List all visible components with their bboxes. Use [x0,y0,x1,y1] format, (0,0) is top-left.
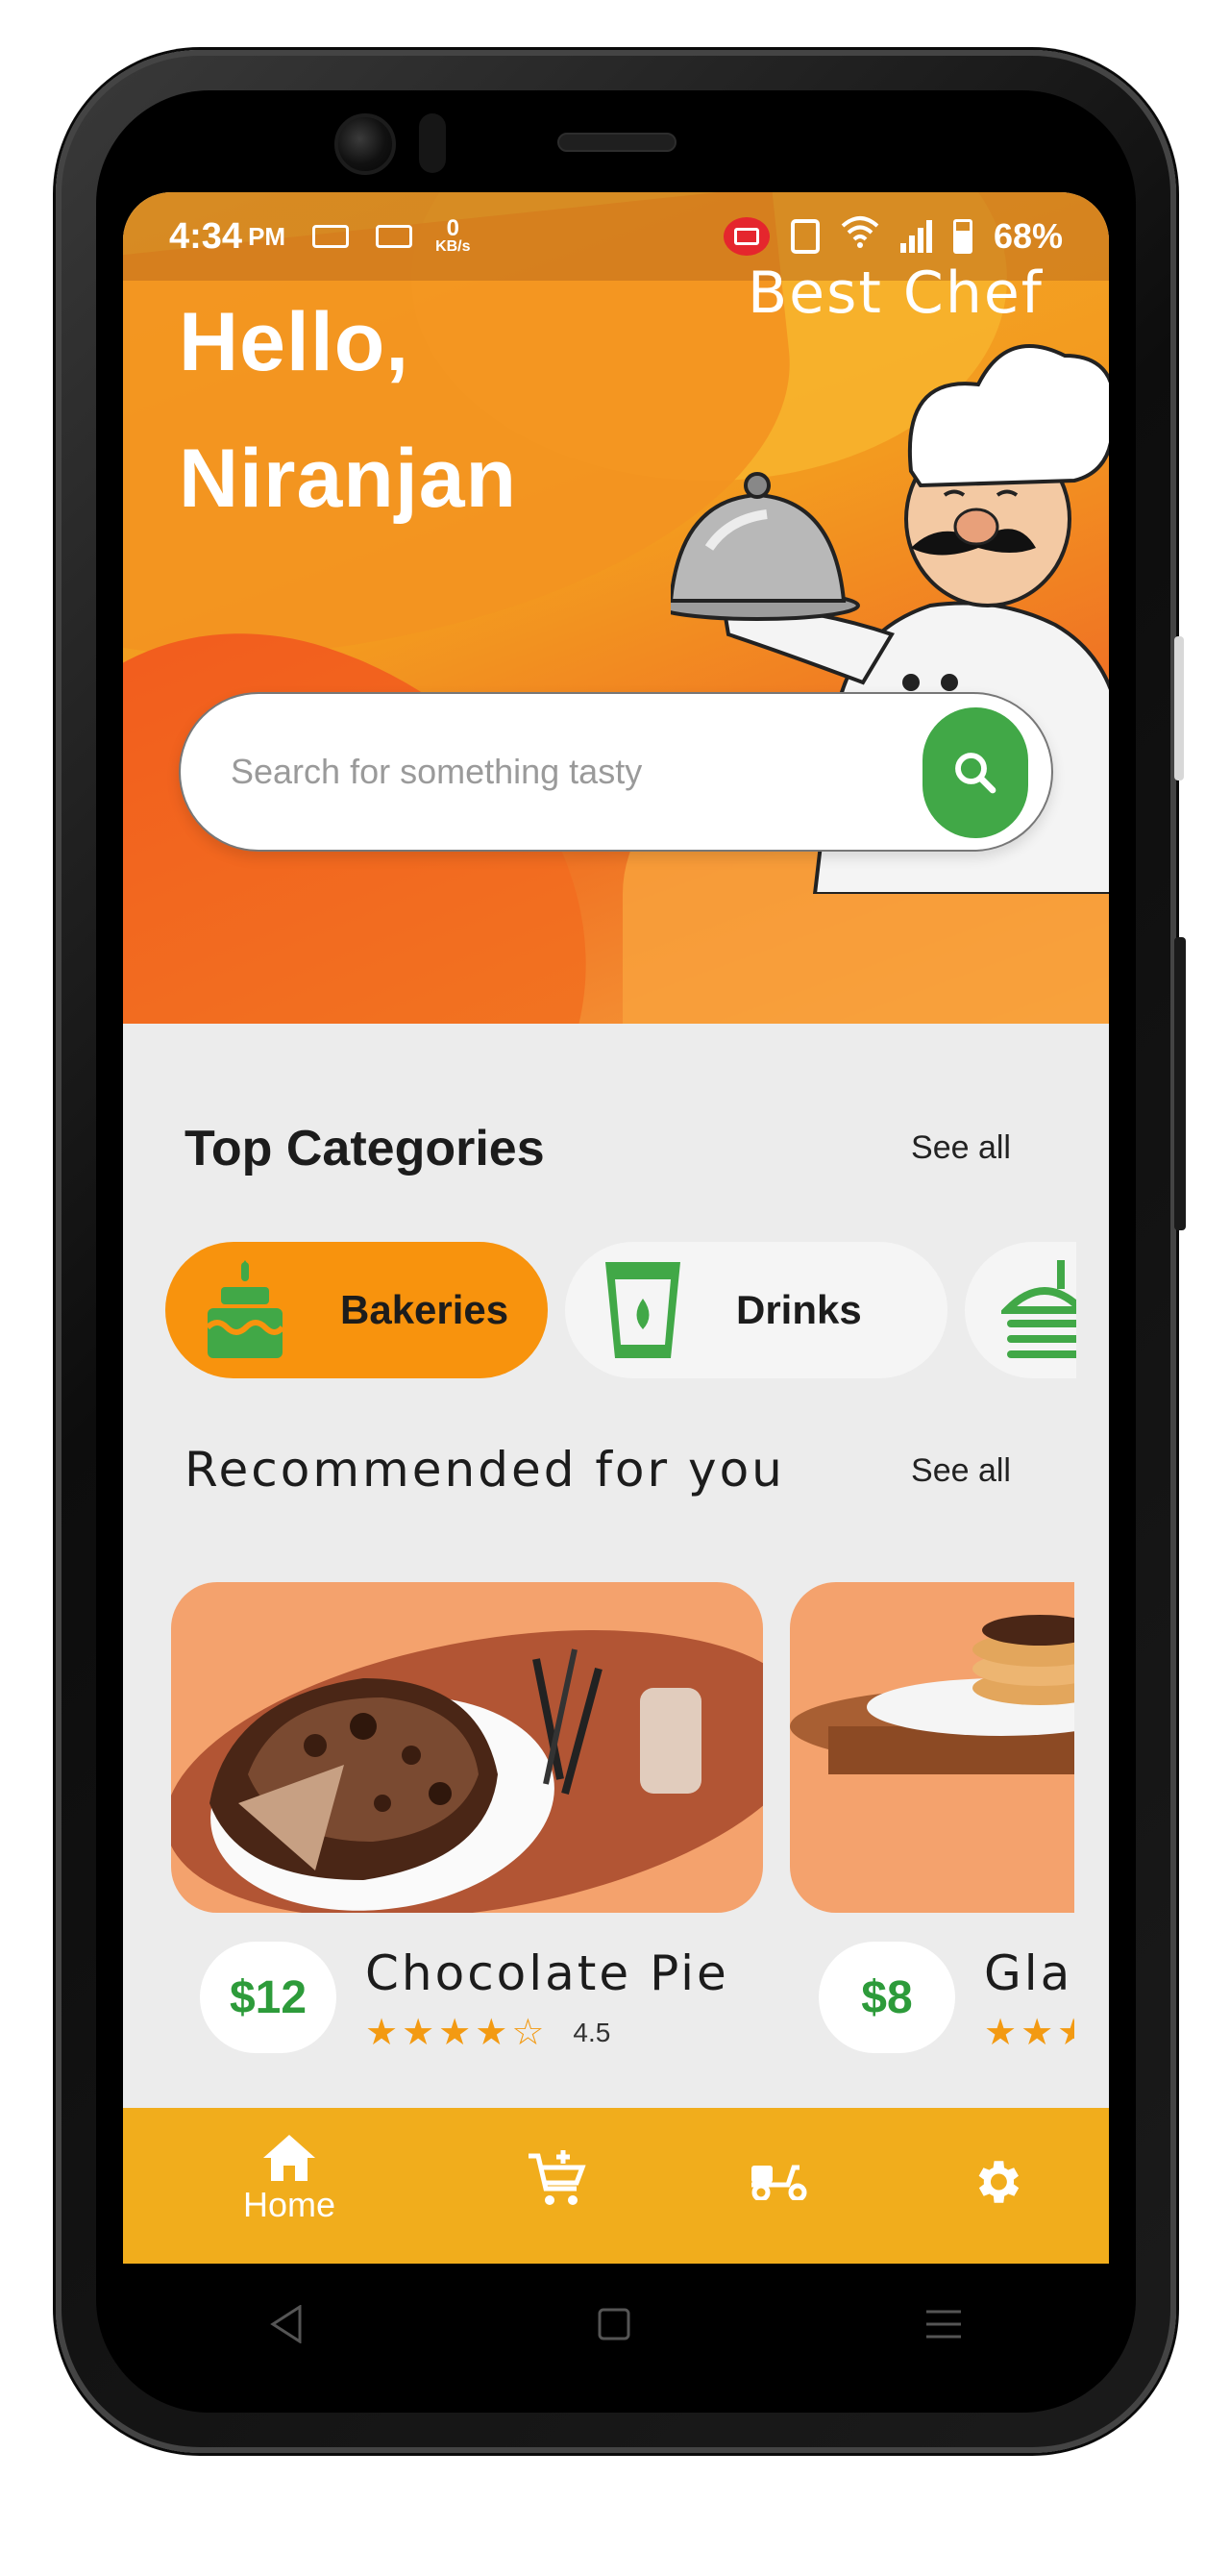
star-icon: ★ [984,2013,1018,2053]
proximity-sensor [419,113,446,173]
user-name: Niranjan [179,433,518,525]
rating-stars: ★ ★ ★ [984,2011,1074,2054]
category-label: Bakeries [340,1287,509,1332]
front-camera [334,113,396,175]
side-button-upper [1174,636,1184,780]
price-badge: $8 [819,1942,955,2053]
category-drinks[interactable]: Drinks [565,1242,947,1378]
star-icon: ★ [402,2013,435,2053]
categories-list: Bakeries Drinks [165,1242,1076,1378]
wifi-icon [841,214,879,259]
burger-icon [1001,1260,1076,1358]
food-card-image[interactable] [790,1582,1074,1913]
categories-title: Top Categories [184,1121,545,1177]
recommended-see-all[interactable]: See all [911,1452,1011,1490]
back-icon[interactable] [269,2304,304,2343]
pancakes-image [790,1615,1074,1774]
app-screen: 4:34 PM 0 KB/s 68% Best Chef Hello, Nira… [123,192,1109,2264]
category-burgers[interactable] [965,1242,1076,1378]
settings-gear-icon [978,2161,1020,2203]
nav-settings[interactable] [969,2133,1024,2210]
recommended-title: Recommended for you [184,1442,785,1498]
earpiece-speaker [557,133,676,152]
home-icon [263,2135,315,2181]
home-button-icon[interactable] [597,2307,631,2341]
video-icon [376,225,413,248]
food-name[interactable]: Chocolate Pie [365,1945,729,2001]
category-bakeries[interactable]: Bakeries [165,1242,548,1378]
recommended-list: $12 Chocolate Pie ★ ★ ★ ★ ☆ 4.5 $8 Gla ★… [171,1582,1074,2082]
add-to-cart-icon [529,2150,586,2205]
nav-home[interactable]: Home [232,2133,347,2225]
net-speed-unit: KB/s [435,238,471,255]
search-button[interactable] [922,707,1028,838]
greeting-hello: Hello, [179,296,410,388]
star-icon: ★ [1021,2013,1054,2053]
power-button [1174,937,1186,1230]
recents-icon[interactable] [924,2308,963,2341]
star-icon: ★ [438,2013,472,2053]
bottom-navigation: Home [123,2108,1109,2264]
hero-header: 4:34 PM 0 KB/s 68% Best Chef Hello, Nira… [123,192,1109,1024]
greeting: Hello, Niranjan [179,274,517,547]
search-input[interactable]: Search for something tasty [231,752,642,792]
nav-delivery[interactable] [750,2133,809,2200]
star-icon: ★ [1057,2013,1074,2053]
cake-icon [205,1260,285,1358]
price-badge: $12 [200,1942,336,2053]
nav-cart[interactable] [527,2133,586,2208]
food-name[interactable]: Gla [984,1945,1072,2001]
net-speed-value: 0 [446,215,459,241]
system-navigation-bar [123,2264,1109,2384]
net-speed: 0 KB/s [435,215,471,255]
chocolate-pie-image [171,1630,763,1913]
food-card-image[interactable] [171,1582,763,1913]
categories-see-all[interactable]: See all [911,1129,1011,1167]
nav-home-label: Home [242,2185,336,2224]
star-icon: ★ [475,2013,508,2053]
rating-stars: ★ ★ ★ ★ ☆ 4.5 [365,2011,610,2054]
battery-level: 68% [993,216,1063,256]
vibrate-icon [790,219,820,254]
recording-indicator-icon [723,217,770,256]
signal-icon [899,220,932,253]
rating-value: 4.5 [573,2017,611,2047]
search-icon [955,753,996,794]
category-label: Drinks [736,1287,862,1332]
battery-icon [952,219,972,254]
drink-cup-icon [605,1262,680,1358]
status-time: 4:34 [169,215,243,257]
status-ampm: PM [248,221,286,251]
half-star-icon: ☆ [511,2013,545,2053]
star-icon: ★ [365,2013,399,2053]
delivery-scooter-icon [751,2165,807,2200]
search-bar[interactable]: Search for something tasty [179,692,1053,852]
screen-record-icon [312,225,350,248]
